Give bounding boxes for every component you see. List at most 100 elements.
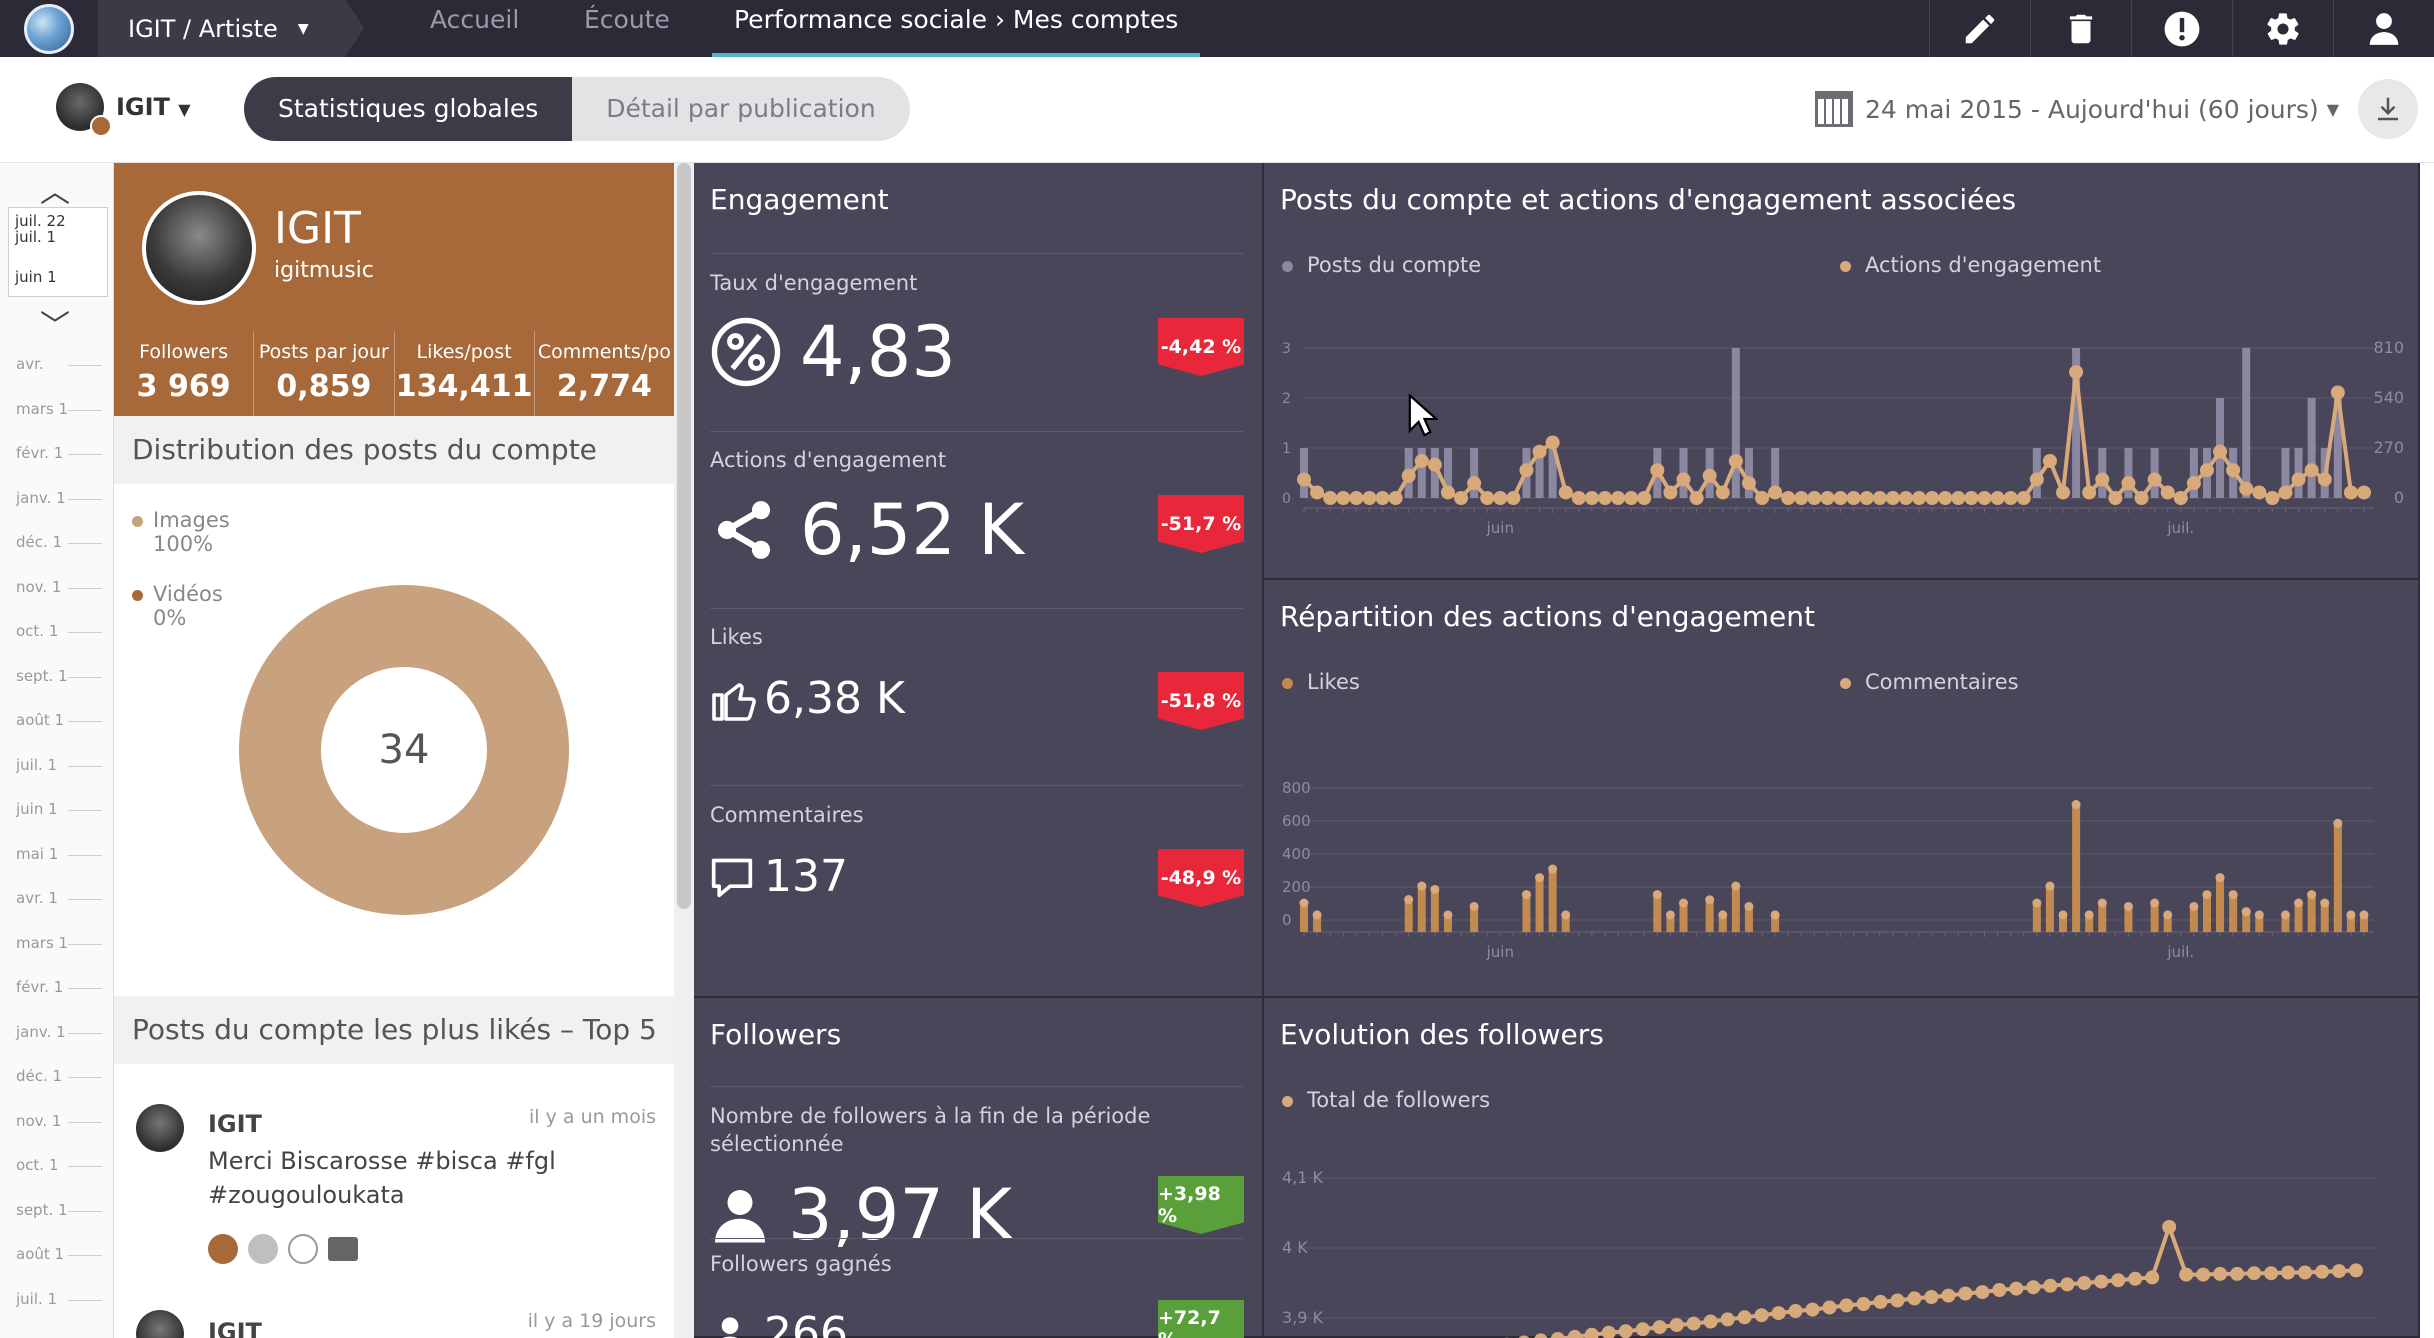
point-engagement <box>2042 453 2057 468</box>
point-engagement <box>2056 485 2071 500</box>
tab-accueil[interactable]: Accueil <box>430 0 519 57</box>
delta-badge: -48,9 % <box>1158 849 1244 907</box>
point-engagement <box>1388 491 1403 505</box>
legend-likes[interactable]: Likes <box>1282 670 1360 694</box>
engagement-breakdown-chart[interactable]: 0 200 400 600 800 juin juil. <box>1264 780 2420 990</box>
date-range-picker[interactable]: 24 mai 2015 - Aujourd'hui (60 jours) ▼ <box>1815 91 2339 127</box>
point-engagement <box>1506 491 1521 505</box>
point-engagement <box>1977 491 1992 505</box>
point-followers <box>1805 1302 1820 1317</box>
bar-likes <box>1430 889 1439 932</box>
bar-likes <box>1548 869 1557 932</box>
point-comments <box>2228 890 2238 900</box>
stat-value: 3 969 <box>136 369 231 404</box>
point-comments <box>2202 890 2212 900</box>
point-engagement <box>2278 485 2293 500</box>
point-engagement <box>1663 485 1678 500</box>
point-comments <box>1469 901 1479 911</box>
kpi-value: 6,52 K <box>800 489 1025 571</box>
instagram-icon <box>90 115 112 137</box>
legend-comments[interactable]: Commentaires <box>1840 670 2019 694</box>
bar-likes <box>2202 894 2211 932</box>
point-comments <box>2123 901 2133 911</box>
top-bar: IGIT / Artiste ▼ Accueil Écoute Performa… <box>0 0 2434 57</box>
user-icon[interactable] <box>2333 0 2434 57</box>
point-engagement <box>2304 463 2319 478</box>
legend-posts[interactable]: Posts du compte <box>1282 253 1481 277</box>
point-comments <box>2215 873 2225 883</box>
alert-icon[interactable] <box>2131 0 2232 57</box>
engagement-panel: Engagement Taux d'engagement 4,83 -4,42 … <box>694 163 1264 998</box>
bar-post <box>1731 348 1740 498</box>
trash-icon[interactable] <box>2030 0 2131 57</box>
chevron-down-icon: ▼ <box>2326 99 2340 119</box>
post-author: IGIT <box>208 1110 262 1138</box>
timeline-navigator[interactable]: ︿ juil. 22 juil. 1 juin 1 ﹀ avr. mars 1 fé… <box>0 163 114 1338</box>
scrollbar[interactable] <box>674 163 694 1338</box>
x-tick-label: juil. <box>2166 519 2194 537</box>
avatar <box>142 191 256 305</box>
tab-ecoute[interactable]: Écoute <box>584 0 670 57</box>
timeline-tick <box>68 1255 102 1256</box>
point-engagement <box>1454 491 1469 505</box>
timeline-window[interactable]: juil. 22 juil. 1 juin 1 <box>8 207 108 297</box>
tab-detail-publication[interactable]: Détail par publication <box>572 77 910 141</box>
language-icon <box>288 1234 318 1264</box>
y-tick-label: 200 <box>1282 878 1311 896</box>
chevron-down-icon[interactable]: ﹀ <box>40 301 70 345</box>
posts-engagement-chart[interactable]: 0 1 2 3 0 270 540 810 juin juil. <box>1264 313 2420 573</box>
point-engagement <box>1781 491 1796 505</box>
point-engagement <box>1336 491 1351 505</box>
legend-videos: Vidéos 0% <box>132 582 223 630</box>
delta-badge: -4,42 % <box>1158 318 1244 376</box>
kpi-label: Commentaires <box>710 803 864 827</box>
timeline-label: nov. 1 <box>16 577 62 596</box>
point-engagement <box>1584 491 1599 505</box>
legend-engagement[interactable]: Actions d'engagement <box>1840 253 2101 277</box>
profile-stats: Followers 3 969 Posts par jour 0,859 Likes… <box>114 331 674 416</box>
timeline-label: sept. 1 <box>16 666 68 685</box>
legend-label: Commentaires <box>1865 670 2019 694</box>
avatar[interactable] <box>56 83 112 137</box>
point-engagement <box>2186 476 2201 491</box>
point-engagement <box>1310 485 1325 500</box>
app-logo[interactable] <box>14 0 84 57</box>
gear-icon[interactable] <box>2232 0 2333 57</box>
timeline-tick <box>68 988 102 989</box>
download-button[interactable] <box>2358 79 2418 139</box>
chevron-up-icon[interactable]: ︿ <box>40 167 70 211</box>
y-tick-label: 2 <box>1282 391 1291 407</box>
delta-badge: +3,98 % <box>1158 1176 1244 1234</box>
timeline-label: avr. <box>16 355 44 373</box>
tab-performance-sociale[interactable]: Performance sociale › Mes comptes <box>712 0 1201 57</box>
point-engagement <box>1938 491 1953 505</box>
point-comments <box>2150 898 2160 908</box>
account-switcher[interactable]: IGIT / Artiste ▼ <box>98 0 364 57</box>
point-engagement <box>1571 491 1586 505</box>
timeline-label: févr. 1 <box>16 978 64 996</box>
point-followers <box>2179 1267 2194 1282</box>
followers-evolution-chart[interactable]: 3,9 K 4 K 4,1 K <box>1264 1148 2420 1338</box>
point-engagement <box>2226 463 2241 478</box>
point-engagement <box>2265 491 2280 505</box>
timeline-tick <box>68 454 102 455</box>
point-comments <box>2346 910 2356 920</box>
point-followers <box>1907 1291 1922 1306</box>
timeline-label: avr. 1 <box>16 889 58 907</box>
x-tick-label: juil. <box>2166 943 2194 961</box>
bar-likes <box>2229 894 2238 932</box>
y2-tick-label: 540 <box>2373 388 2404 407</box>
point-followers <box>1890 1293 1905 1308</box>
tab-statistiques-globales[interactable]: Statistiques globales <box>244 77 573 141</box>
kpi-value: 137 <box>764 851 848 902</box>
point-followers <box>2247 1266 2262 1281</box>
point-comments <box>1731 881 1741 891</box>
edit-icon[interactable] <box>1929 0 2030 57</box>
scrollbar-thumb[interactable] <box>677 163 691 909</box>
point-followers <box>2060 1277 2075 1292</box>
kpi-followers-gained: 266 <box>710 1308 848 1338</box>
point-comments <box>2084 910 2094 920</box>
point-engagement <box>2199 463 2214 478</box>
account-selector[interactable]: IGIT ▼ <box>116 93 191 121</box>
legend-followers[interactable]: Total de followers <box>1282 1088 1490 1112</box>
